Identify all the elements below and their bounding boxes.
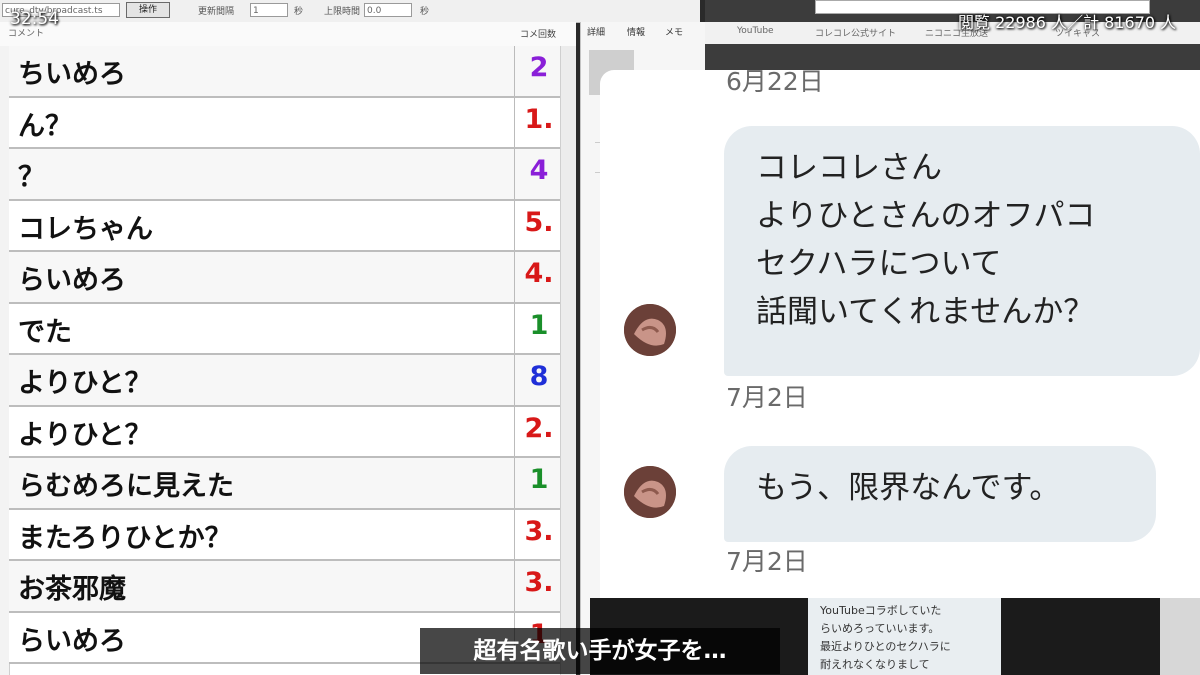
threshold-label: 上限時間: [324, 7, 361, 17]
comment-row[interactable]: お茶邪魔 3.: [9, 561, 576, 613]
tab-details[interactable]: 詳細: [587, 25, 605, 38]
comment-row[interactable]: らいめろ 4.: [9, 252, 576, 304]
comment-text: コレちゃん: [18, 213, 153, 245]
dm-message: コレコレさん よりひとさんのオフパコ セクハラについて 話聞いてくれませんか？: [724, 126, 1200, 376]
bookmark-korekore[interactable]: コレコレ公式サイト: [815, 26, 896, 39]
comment-count: 1: [529, 309, 549, 341]
column-divider: [514, 406, 515, 456]
comment-list-header: コメント コメ回数: [0, 22, 576, 47]
bookmark-youtube[interactable]: YouTube: [737, 26, 774, 36]
list-scrollbar[interactable]: [560, 46, 576, 675]
comment-text: ん？: [18, 110, 72, 142]
comment-text: らいめろ: [18, 625, 126, 657]
thumbnail-text: YouTubeコラボしていた: [820, 604, 942, 617]
comment-count: 4.: [524, 258, 554, 289]
comment-text: でた: [18, 316, 72, 348]
column-divider: [514, 355, 515, 405]
tab-info[interactable]: 情報: [627, 25, 645, 38]
dm-message-line: セクハラについて: [756, 246, 1002, 282]
sender-avatar[interactable]: [624, 304, 676, 356]
dm-date: 7月2日: [726, 383, 808, 412]
comment-text: ？: [18, 162, 45, 193]
comment-text: お茶邪魔: [18, 574, 126, 605]
column-divider: [514, 303, 515, 353]
comment-row[interactable]: らむめろに見えた 1: [9, 458, 576, 510]
toolbar: cure_dtv/broadcast.ts 操作 更新間隔 1 秒 上限時間 0…: [0, 0, 700, 23]
column-divider: [514, 149, 515, 199]
dm-message-line: コレコレさん: [756, 150, 942, 186]
thumbnail-text: らいめろっていいます。: [820, 622, 940, 635]
comment-text: ちいめろ: [18, 59, 126, 90]
comment-count: 2.: [524, 412, 554, 444]
comment-text: よりひと？: [18, 419, 152, 451]
column-divider: [514, 509, 515, 559]
dm-message-line: よりひとさんのオフパコ: [756, 198, 1096, 234]
column-divider: [514, 458, 515, 508]
comment-count: 8: [529, 361, 549, 392]
comment-count: 2: [529, 52, 549, 83]
comment-text: よりひと？: [18, 368, 152, 399]
dm-message: もう、限界なんです。: [724, 446, 1156, 542]
dm-date: 6月22日: [726, 70, 824, 96]
tab-memo[interactable]: メモ: [665, 25, 683, 38]
comment-count: 5.: [524, 206, 554, 238]
comment-row[interactable]: ん？ 1.: [9, 97, 576, 149]
action-button[interactable]: 操作: [126, 2, 170, 18]
thumbnail-text: 耐えれなくなりまして: [820, 658, 930, 671]
dm-message-line: 話聞いてくれませんか？: [756, 294, 1095, 330]
video-thumbnail[interactable]: YouTubeコラボしていた らいめろっていいます。 最近よりひとのセクハラに …: [808, 598, 1001, 675]
comment-count: 1.: [524, 103, 554, 135]
comment-text: またろりひとか？: [18, 522, 232, 554]
interval-label: 更新間隔: [198, 7, 235, 17]
column-header-count[interactable]: コメ回数: [520, 27, 556, 40]
comment-text: らいめろ: [18, 265, 126, 296]
comment-text: らむめろに見えた: [18, 471, 234, 502]
column-divider: [514, 200, 515, 250]
thumbnail-text: 最近よりひとのセクハラに: [820, 640, 951, 653]
comment-row[interactable]: またろりひとか？ 3.: [9, 509, 576, 561]
dm-conversation: 6月22日 コレコレさん よりひとさんのオフパコ セクハラについて 話聞いてくれ…: [600, 70, 1200, 598]
comment-list: コメント コメ回数 ちいめろ 2 ん？ 1.？ 4 コレちゃん 5. らいめろ 4. でた 1 よりひ…: [0, 22, 576, 675]
interval-unit: 秒: [294, 7, 304, 17]
comment-row[interactable]: でた 1: [9, 303, 576, 355]
comment-row[interactable]: コレちゃん 5.: [9, 200, 576, 252]
column-divider: [514, 252, 515, 302]
sender-avatar[interactable]: [624, 466, 676, 518]
viewer-stats: 閲覧 22986 人／計 81670 人: [958, 13, 1177, 32]
comment-row[interactable]: ちいめろ 2: [9, 46, 576, 98]
broadcast-timer: 32:54: [10, 9, 59, 29]
threshold-input[interactable]: 0.0: [364, 3, 412, 17]
threshold-unit: 秒: [420, 7, 430, 17]
comment-count: 3.: [524, 567, 554, 598]
comment-count: 3.: [524, 515, 554, 547]
column-divider: [514, 97, 515, 147]
comment-row[interactable]: よりひと？ 2.: [9, 406, 576, 458]
dm-date: 7月2日: [726, 547, 808, 576]
subtitle-caption: 超有名歌い手が女子を…: [420, 628, 780, 674]
comment-row[interactable]: ？ 4: [9, 149, 576, 201]
column-divider: [514, 561, 515, 611]
comment-rows: ちいめろ 2 ん？ 1.？ 4 コレちゃん 5. らいめろ 4. でた 1 よりひと？ 8 よりひと？ 2.…: [9, 46, 576, 664]
dm-message-line: もう、限界なんです。: [756, 470, 1061, 506]
comment-row[interactable]: よりひと？ 8: [9, 355, 576, 407]
column-divider: [514, 46, 515, 96]
comment-count: 4: [529, 155, 549, 186]
side-panel-edge: [1160, 598, 1200, 675]
comment-count: 1: [529, 464, 549, 495]
interval-input[interactable]: 1: [250, 3, 288, 17]
